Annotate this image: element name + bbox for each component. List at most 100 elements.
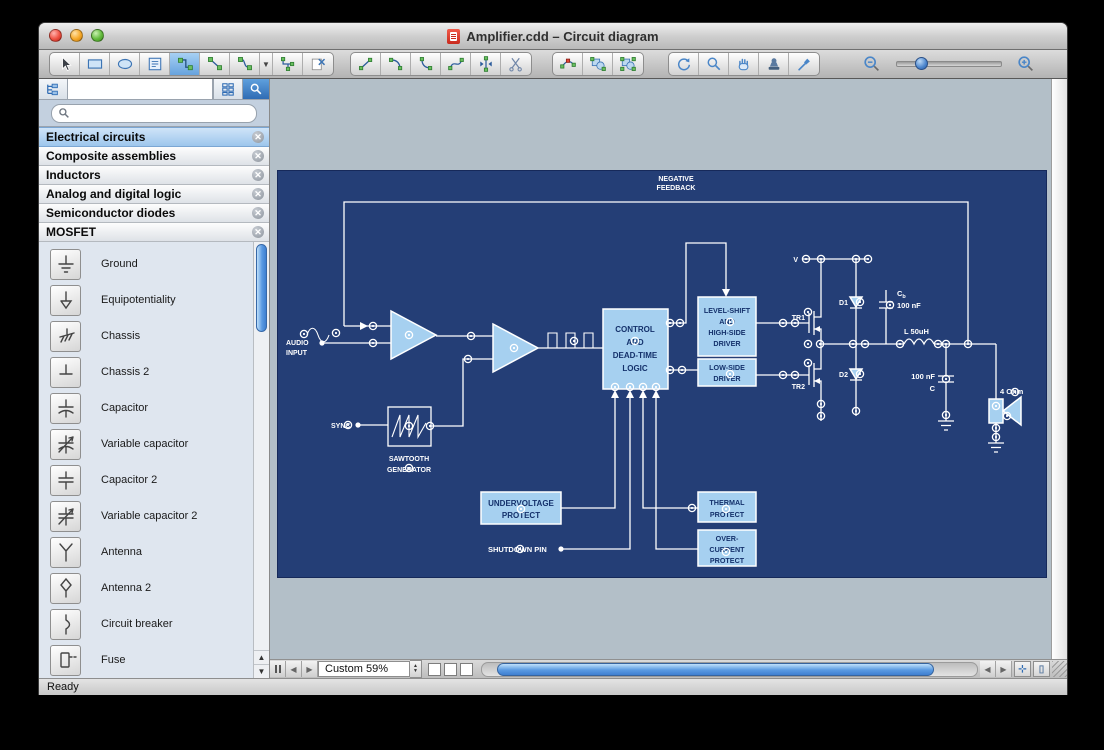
zoom-slider-knob[interactable] — [915, 57, 928, 70]
page-preview-button[interactable]: ▯ — [1033, 661, 1050, 677]
pan-tool-button[interactable] — [729, 53, 759, 75]
connection-point[interactable] — [332, 329, 339, 336]
component-capacitor-2[interactable]: Capacitor 2 — [39, 462, 253, 498]
category-composite-assemblies[interactable]: Composite assemblies ✕ — [39, 147, 269, 166]
zoom-button[interactable] — [91, 29, 104, 42]
arc-tool-button[interactable] — [381, 53, 411, 75]
library-title-field[interactable] — [68, 79, 213, 99]
zoom-stepper[interactable]: ▲▼ — [410, 660, 422, 678]
variable-capacitor-2-icon — [50, 501, 81, 532]
fit-page-button[interactable]: ⊹ — [1014, 661, 1031, 677]
category-semiconductor-diodes[interactable]: Semiconductor diodes ✕ — [39, 204, 269, 223]
bezier-tool-button[interactable] — [441, 53, 471, 75]
connection-point[interactable] — [804, 359, 811, 366]
close-library-icon[interactable]: ✕ — [252, 169, 264, 181]
close-button[interactable] — [49, 29, 62, 42]
diagram-page[interactable]: NEGATIVE FEEDBACK AUDIO INPUT — [277, 170, 1047, 578]
zoom-out-icon[interactable] — [862, 54, 882, 74]
horizontal-scrollbar[interactable] — [481, 662, 978, 677]
scroll-down-button[interactable]: ▼ — [254, 664, 269, 678]
next-page-button[interactable]: ▶ — [302, 661, 318, 677]
scroll-left-button[interactable]: ◀ — [980, 661, 996, 677]
eyedropper-tool-button[interactable] — [789, 53, 819, 75]
component-circuit-breaker[interactable]: Circuit breaker — [39, 606, 253, 642]
view-mode-3-button[interactable] — [460, 663, 473, 676]
stamp-tool-button[interactable] — [759, 53, 789, 75]
close-library-icon[interactable]: ✕ — [252, 150, 264, 162]
amplifier-2[interactable] — [493, 324, 538, 372]
line-tool-button[interactable] — [351, 53, 381, 75]
drawing-area[interactable]: NEGATIVE FEEDBACK AUDIO INPUT — [270, 79, 1051, 659]
ungroup-tool-button[interactable] — [613, 53, 643, 75]
chassis-icon — [50, 321, 81, 352]
close-library-icon[interactable]: ✕ — [252, 131, 264, 143]
zoom-in-icon[interactable] — [1016, 54, 1036, 74]
category-analog-digital-logic[interactable]: Analog and digital logic ✕ — [39, 185, 269, 204]
resize-grip[interactable] — [1052, 661, 1067, 677]
library-search-button[interactable] — [242, 79, 269, 99]
view-mode-2-button[interactable] — [444, 663, 457, 676]
close-library-icon[interactable]: ✕ — [252, 188, 264, 200]
component-ground[interactable]: Ground — [39, 246, 253, 282]
pointer-tool-button[interactable] — [50, 53, 80, 75]
ellipse-tool-button[interactable] — [110, 53, 140, 75]
delete-shape-button[interactable] — [303, 53, 333, 75]
close-library-icon[interactable]: ✕ — [252, 226, 264, 238]
connection-point[interactable] — [804, 308, 811, 315]
scroll-up-button[interactable]: ▲ — [254, 650, 269, 664]
connector-tool-button[interactable] — [170, 53, 200, 75]
tree-connector-tool-button[interactable] — [273, 53, 303, 75]
arc2-tool-button[interactable] — [411, 53, 441, 75]
component-variable-capacitor[interactable]: Variable capacitor — [39, 426, 253, 462]
search-input[interactable] — [51, 104, 257, 123]
connector-dropdown-button[interactable]: ▼ — [260, 53, 273, 75]
vertical-scrollbar[interactable] — [1051, 79, 1067, 659]
zoom-slider-track[interactable] — [896, 61, 1002, 67]
connection-point[interactable] — [300, 330, 307, 337]
view-mode-1-button[interactable] — [428, 663, 441, 676]
close-library-icon[interactable]: ✕ — [252, 207, 264, 219]
minimize-button[interactable] — [70, 29, 83, 42]
group-tool-button[interactable] — [583, 53, 613, 75]
component-antenna[interactable]: Antenna — [39, 534, 253, 570]
category-inductors[interactable]: Inductors ✕ — [39, 166, 269, 185]
component-chassis-2[interactable]: Chassis 2 — [39, 354, 253, 390]
direct-connector-tool-button[interactable] — [200, 53, 230, 75]
rectangle-tool-button[interactable] — [80, 53, 110, 75]
rotate-tool-button[interactable] — [669, 53, 699, 75]
control-logic-box[interactable] — [603, 309, 668, 389]
scissors-tool-button[interactable] — [501, 53, 531, 75]
amplifier-1[interactable] — [391, 311, 436, 359]
grid-view-button[interactable] — [213, 79, 242, 99]
tree-view-icon — [45, 82, 61, 96]
speaker-horn[interactable] — [1003, 397, 1021, 425]
component-equipotentiality[interactable]: Equipotentiality — [39, 282, 253, 318]
component-variable-capacitor-2[interactable]: Variable capacitor 2 — [39, 498, 253, 534]
category-mosfet[interactable]: MOSFET ✕ — [39, 223, 269, 242]
zoom-tool-button[interactable] — [699, 53, 729, 75]
zoom-value-box[interactable]: Custom 59% — [318, 661, 410, 677]
connection-point[interactable] — [570, 337, 577, 344]
component-fuse[interactable]: Fuse — [39, 642, 253, 678]
reshape-tool-button[interactable] — [553, 53, 583, 75]
text-tool-button[interactable] — [140, 53, 170, 75]
tree-view-button[interactable] — [39, 79, 68, 99]
previous-page-button[interactable]: ◀ — [286, 661, 302, 677]
split-tool-button[interactable] — [471, 53, 501, 75]
component-chassis[interactable]: Chassis — [39, 318, 253, 354]
bootstrap-capacitor[interactable] — [879, 290, 893, 344]
component-capacitor[interactable]: Capacitor — [39, 390, 253, 426]
category-electrical-circuits[interactable]: Electrical circuits ✕ — [39, 127, 269, 147]
category-label: Electrical circuits — [46, 130, 145, 144]
smart-connector-tool-button[interactable] — [230, 53, 260, 75]
horizontal-scroll-thumb[interactable] — [497, 663, 935, 676]
pause-pages-button[interactable] — [270, 661, 286, 677]
scrollbar-thumb[interactable] — [256, 244, 267, 332]
title-bar[interactable]: Amplifier.cdd – Circuit diagram — [39, 23, 1067, 50]
scroll-right-button[interactable]: ▶ — [996, 661, 1012, 677]
connection-point[interactable] — [804, 340, 811, 347]
component-antenna-2[interactable]: Antenna 2 — [39, 570, 253, 606]
document-column: NEGATIVE FEEDBACK AUDIO INPUT — [270, 79, 1067, 678]
component-list-scrollbar[interactable]: ▲ ▼ — [253, 242, 269, 678]
inductor-coil[interactable] — [904, 339, 934, 344]
